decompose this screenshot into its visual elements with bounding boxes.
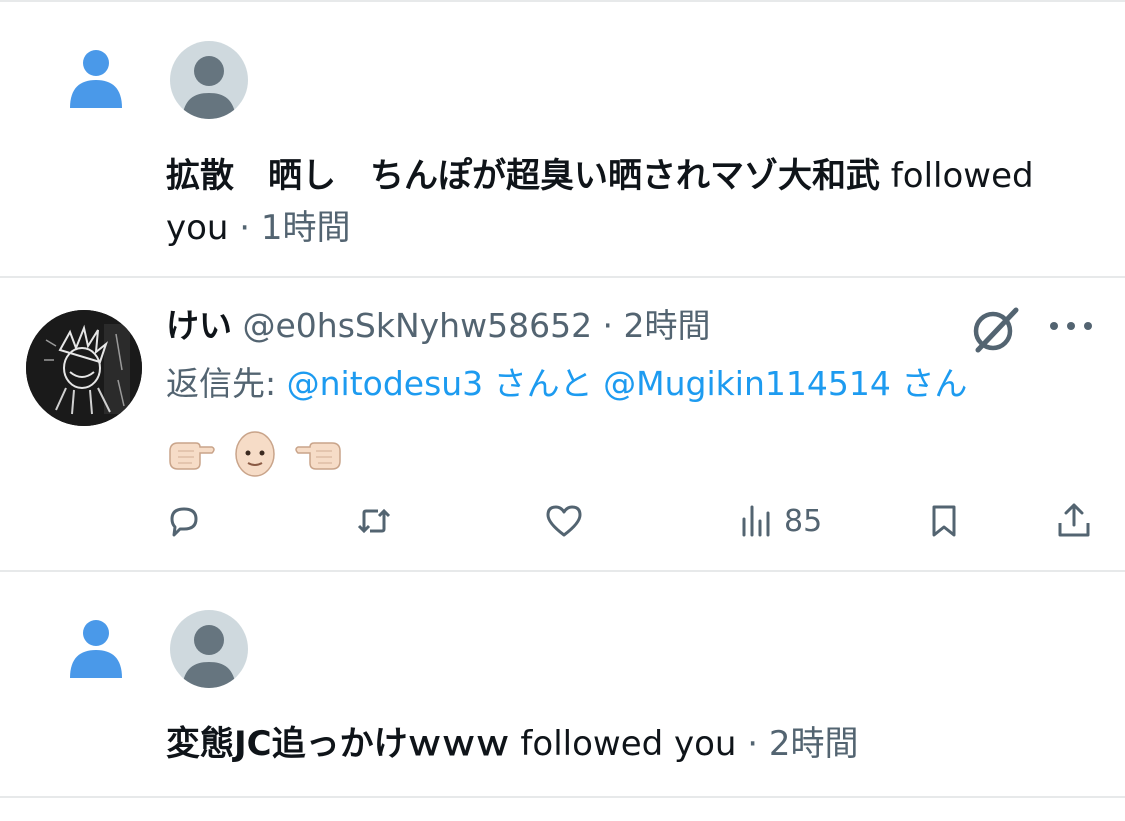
share-button[interactable] xyxy=(1054,496,1094,546)
share-icon xyxy=(1058,503,1090,537)
person-icon xyxy=(70,50,122,108)
default-avatar[interactable] xyxy=(170,610,248,688)
retweet-button[interactable] xyxy=(354,496,394,546)
grok-icon[interactable] xyxy=(968,302,1022,356)
more-options-icon[interactable] xyxy=(1046,314,1096,338)
reply-mention-link[interactable]: @Mugikin114514 xyxy=(603,364,891,403)
tweet-body xyxy=(166,426,344,482)
follow-notification-2[interactable]: 変態JC追っかけｗｗｗ followed you · 2時間 xyxy=(0,572,1125,796)
views-button[interactable]: 85 xyxy=(736,496,822,546)
divider xyxy=(0,796,1125,798)
heart-icon xyxy=(546,505,582,537)
user-avatar[interactable] xyxy=(26,310,142,426)
views-count: 85 xyxy=(784,503,823,539)
reply-button[interactable] xyxy=(164,496,204,546)
reply-tweet[interactable]: けい @e0hsSkNyhw58652 · 2時間 返信先: @nitodesu… xyxy=(0,278,1125,570)
reply-mention-link[interactable]: @nitodesu3 xyxy=(287,364,484,403)
retweet-icon xyxy=(357,508,391,534)
default-avatar[interactable] xyxy=(170,41,248,119)
tweet-timestamp[interactable]: 2時間 xyxy=(624,306,711,345)
tweet-header: けい @e0hsSkNyhw58652 · 2時間 xyxy=(166,302,711,350)
followed-you-text: followed you xyxy=(509,724,737,764)
person-icon xyxy=(70,620,122,678)
follow-notification-1[interactable]: 拡散 晒し ちんぽが超臭い晒されマゾ大和武 followed you · 1時間 xyxy=(0,0,1125,276)
reply-suffix: さん xyxy=(890,364,968,403)
display-name[interactable]: けい xyxy=(166,306,232,345)
views-chart-icon xyxy=(742,505,770,537)
reply-prefix: 返信先: xyxy=(166,364,287,403)
user-handle[interactable]: @e0hsSkNyhw58652 xyxy=(243,306,593,345)
reply-icon xyxy=(170,507,198,537)
follower-name[interactable]: 拡散 晒し ちんぽが超臭い晒されマゾ大和武 xyxy=(166,156,880,196)
bald-person-emoji xyxy=(235,431,275,477)
notification-text: 変態JC追っかけｗｗｗ followed you · 2時間 xyxy=(166,718,1096,770)
hand-pointing-right-emoji xyxy=(169,442,215,470)
follower-name[interactable]: 変態JC追っかけｗｗｗ xyxy=(166,724,510,764)
timestamp: 2時間 xyxy=(768,724,859,764)
separator-dot: · xyxy=(592,306,624,345)
like-button[interactable] xyxy=(544,496,584,546)
tweet-actions: 85 xyxy=(160,496,1100,546)
reply-join-text: さんと xyxy=(483,364,604,403)
separator-dot: · xyxy=(736,724,769,764)
notification-text: 拡散 晒し ちんぽが超臭い晒されマゾ大和武 followed you · 1時間 xyxy=(166,150,1096,254)
separator-dot: · xyxy=(228,208,261,248)
replying-to-line: 返信先: @nitodesu3 さんと @Mugikin114514 さん xyxy=(166,360,967,408)
bookmark-icon xyxy=(932,505,956,537)
bookmark-button[interactable] xyxy=(924,496,964,546)
timestamp: 1時間 xyxy=(260,208,351,248)
hand-pointing-left-emoji xyxy=(295,442,341,470)
